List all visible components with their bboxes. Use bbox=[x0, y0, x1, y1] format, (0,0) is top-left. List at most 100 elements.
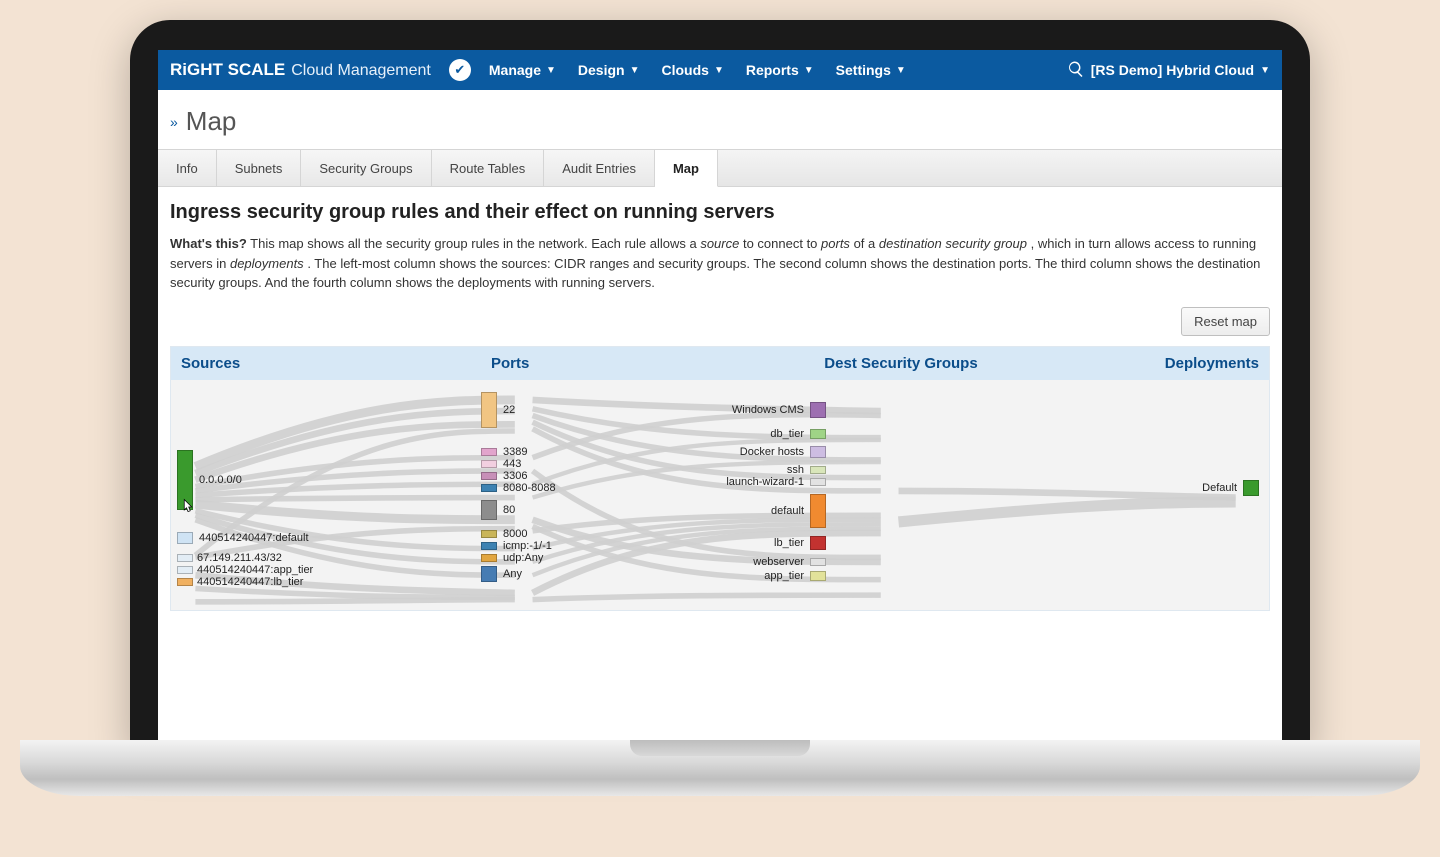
swatch-icon bbox=[810, 494, 826, 528]
nav-clouds[interactable]: Clouds ▼ bbox=[662, 62, 724, 78]
search-icon[interactable] bbox=[1067, 60, 1085, 81]
laptop-bezel: RiGHT SCALE Cloud Management ✔ Manage▼ D… bbox=[130, 20, 1310, 750]
content: Ingress security group rules and their e… bbox=[158, 187, 1282, 625]
app-screen: RiGHT SCALE Cloud Management ✔ Manage▼ D… bbox=[158, 50, 1282, 740]
nav-settings-label: Settings bbox=[836, 62, 891, 78]
laptop-frame: RiGHT SCALE Cloud Management ✔ Manage▼ D… bbox=[130, 20, 1310, 820]
brand: RiGHT SCALE Cloud Management bbox=[170, 60, 431, 80]
brand-primary: RiGHT SCALE bbox=[170, 60, 285, 80]
port-node-22[interactable]: 22 bbox=[481, 392, 515, 428]
col-dsg: Windows CMS db_tier Docker hosts ssh lau… bbox=[731, 380, 826, 610]
desc-em3: destination security group bbox=[879, 236, 1027, 251]
port-node-8000[interactable]: 8000 bbox=[481, 528, 527, 540]
nav-reports[interactable]: Reports▼ bbox=[746, 62, 814, 78]
dsg-node-default[interactable]: default bbox=[771, 494, 826, 528]
env-badge[interactable]: ✔ bbox=[449, 59, 471, 81]
nav-clouds-label: Clouds bbox=[662, 62, 709, 78]
desc-t3: of a bbox=[854, 236, 879, 251]
chevron-down-icon: ▼ bbox=[1260, 65, 1270, 76]
col-ports: 22 3389 443 3306 8080-8088 80 8000 icmp:… bbox=[481, 380, 641, 610]
dsg-node-app-tier[interactable]: app_tier bbox=[764, 570, 826, 582]
source-any-label: 0.0.0.0/0 bbox=[199, 474, 242, 486]
port-node-8080[interactable]: 8080-8088 bbox=[481, 482, 556, 494]
swatch-icon bbox=[810, 429, 826, 439]
swatch-icon bbox=[810, 446, 826, 458]
port-node-icmp[interactable]: icmp:-1/-1 bbox=[481, 540, 552, 552]
desc-t2: to connect to bbox=[743, 236, 821, 251]
port-443-label: 443 bbox=[503, 458, 521, 470]
laptop-base bbox=[20, 740, 1420, 796]
tab-info[interactable]: Info bbox=[158, 150, 217, 186]
port-node-3389[interactable]: 3389 bbox=[481, 446, 527, 458]
col-sources-header: Sources bbox=[181, 355, 491, 372]
source-node-ip[interactable]: 67.149.211.43/32 bbox=[177, 552, 282, 564]
swatch-icon bbox=[481, 460, 497, 468]
source-app-label: 440514240447:app_tier bbox=[197, 564, 313, 576]
swatch-icon bbox=[810, 466, 826, 474]
source-node-lb[interactable]: 440514240447:lb_tier bbox=[177, 576, 303, 588]
page-title: Map bbox=[186, 106, 237, 137]
port-node-3306[interactable]: 3306 bbox=[481, 470, 527, 482]
col-dsg-header: Dest Security Groups bbox=[761, 355, 1041, 372]
port-node-443[interactable]: 443 bbox=[481, 458, 521, 470]
swatch-icon bbox=[177, 554, 193, 562]
chevron-down-icon: ▼ bbox=[804, 65, 814, 76]
nav-design[interactable]: Design▼ bbox=[578, 62, 640, 78]
port-node-any[interactable]: Any bbox=[481, 566, 522, 582]
port-80-label: 80 bbox=[503, 504, 515, 516]
dsg-db-label: db_tier bbox=[770, 428, 804, 440]
nav-manage-label: Manage bbox=[489, 62, 541, 78]
source-ip-label: 67.149.211.43/32 bbox=[197, 552, 282, 564]
sankey-header: Sources Ports Dest Security Groups Deplo… bbox=[171, 347, 1269, 380]
swatch-icon bbox=[810, 478, 826, 486]
desc-lead: What's this? bbox=[170, 236, 247, 251]
dsg-node-webserver[interactable]: webserver bbox=[753, 556, 826, 568]
cursor-pointer-icon bbox=[179, 496, 197, 518]
brand-secondary: Cloud Management bbox=[291, 62, 431, 80]
swatch-icon bbox=[1243, 480, 1259, 496]
deploy-node-default[interactable]: Default bbox=[1202, 480, 1259, 496]
page-heading: Ingress security group rules and their e… bbox=[170, 201, 1270, 224]
dsg-node-launch-wizard[interactable]: launch-wizard-1 bbox=[726, 476, 826, 488]
dsg-app-label: app_tier bbox=[764, 570, 804, 582]
nav-settings[interactable]: Settings▼ bbox=[836, 62, 906, 78]
port-node-udp[interactable]: udp:Any bbox=[481, 552, 543, 564]
dsg-docker-label: Docker hosts bbox=[740, 446, 804, 458]
sankey-diagram: Sources Ports Dest Security Groups Deplo… bbox=[170, 346, 1270, 611]
account-switcher[interactable]: [RS Demo] Hybrid Cloud▼ bbox=[1091, 62, 1270, 78]
dsg-ws-label: webserver bbox=[753, 556, 804, 568]
port-3306-label: 3306 bbox=[503, 470, 527, 482]
dsg-ssh-label: ssh bbox=[787, 464, 804, 476]
swatch-icon bbox=[177, 532, 193, 544]
port-node-80[interactable]: 80 bbox=[481, 500, 515, 520]
sankey-body: 0.0.0.0/0 440514240447:default 67.149.21… bbox=[171, 380, 1269, 610]
swatch-icon bbox=[481, 448, 497, 456]
source-node-default[interactable]: 440514240447:default bbox=[177, 532, 309, 544]
dsg-node-db-tier[interactable]: db_tier bbox=[770, 428, 826, 440]
reset-map-button[interactable]: Reset map bbox=[1181, 307, 1270, 336]
dsg-node-lb-tier[interactable]: lb_tier bbox=[774, 536, 826, 550]
tab-route-tables[interactable]: Route Tables bbox=[432, 150, 545, 186]
source-lb-label: 440514240447:lb_tier bbox=[197, 576, 303, 588]
chevron-down-icon: ▼ bbox=[714, 65, 724, 76]
nav-manage[interactable]: Manage▼ bbox=[489, 62, 556, 78]
swatch-icon bbox=[481, 500, 497, 520]
swatch-icon bbox=[810, 571, 826, 581]
source-default-label: 440514240447:default bbox=[199, 532, 309, 544]
tab-audit-entries[interactable]: Audit Entries bbox=[544, 150, 655, 186]
page-description: What's this? This map shows all the secu… bbox=[170, 234, 1270, 293]
dsg-node-ssh[interactable]: ssh bbox=[787, 464, 826, 476]
tab-security-groups[interactable]: Security Groups bbox=[301, 150, 431, 186]
tab-subnets[interactable]: Subnets bbox=[217, 150, 302, 186]
deploy-def-label: Default bbox=[1202, 482, 1237, 494]
col-ports-header: Ports bbox=[491, 355, 761, 372]
port-8080-label: 8080-8088 bbox=[503, 482, 556, 494]
swatch-icon bbox=[810, 558, 826, 566]
port-icmp-label: icmp:-1/-1 bbox=[503, 540, 552, 552]
dsg-lb-label: lb_tier bbox=[774, 537, 804, 549]
dsg-node-docker[interactable]: Docker hosts bbox=[740, 446, 826, 458]
tab-map[interactable]: Map bbox=[655, 150, 718, 187]
swatch-icon bbox=[481, 392, 497, 428]
source-node-app[interactable]: 440514240447:app_tier bbox=[177, 564, 313, 576]
dsg-node-windows-cms[interactable]: Windows CMS bbox=[732, 402, 826, 418]
